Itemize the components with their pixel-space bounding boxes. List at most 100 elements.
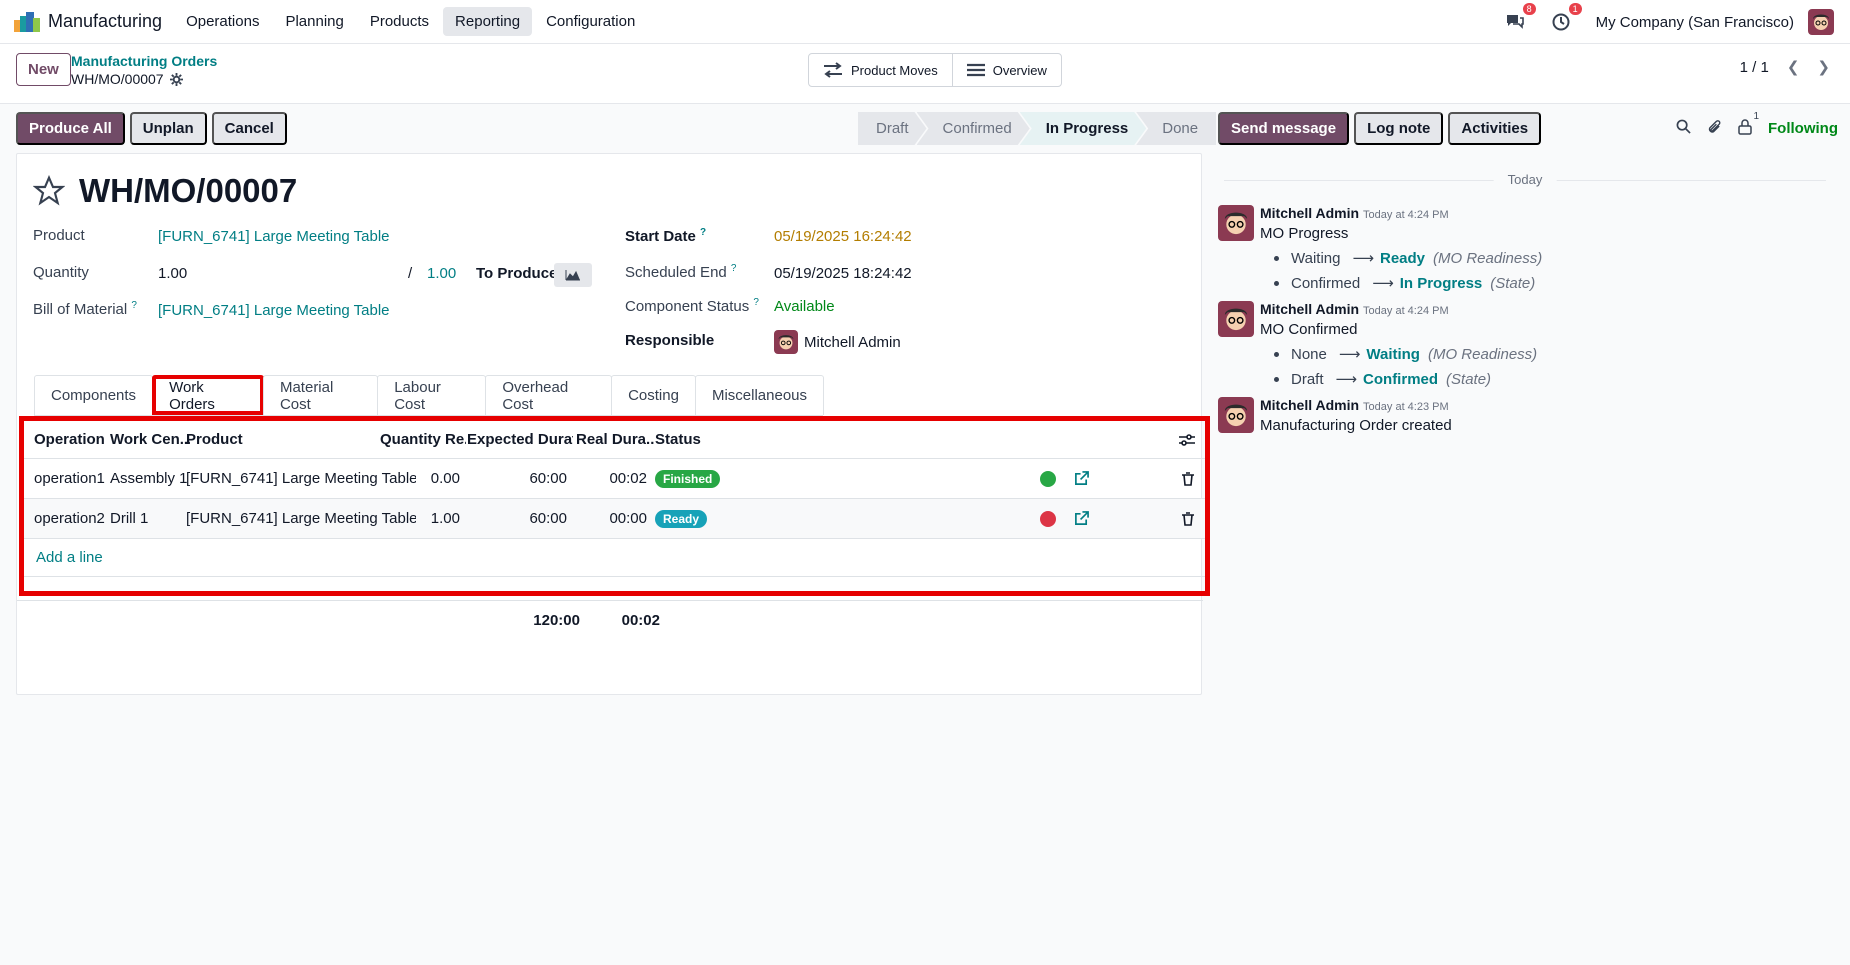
col-quantity-remaining[interactable]: Quantity Re... [380, 421, 466, 458]
breadcrumb-parent[interactable]: Manufacturing Orders [71, 53, 217, 69]
pager-previous-icon[interactable]: ❮ [1787, 58, 1800, 76]
date-separator: Today [1224, 170, 1826, 190]
new-value: Ready [1379, 249, 1426, 267]
cell-expected-duration: 60:00 [529, 510, 567, 527]
open-work-order-button[interactable] [1074, 499, 1094, 538]
qty-to-produce[interactable]: 1.00 [427, 265, 456, 282]
activities-button[interactable]: 1 [1550, 3, 1582, 33]
message-header: Mitchell Admin Today at 4:24 PM [1260, 301, 1820, 317]
cancel-button[interactable]: Cancel [211, 112, 287, 145]
scheduled-end-label: Scheduled End ? [625, 263, 736, 281]
new-value: Waiting [1366, 345, 1420, 363]
menu-reporting[interactable]: Reporting [443, 7, 533, 36]
user-avatar-icon [1218, 301, 1254, 337]
tab-material-cost[interactable]: Material Cost [262, 375, 379, 415]
author-avatar[interactable] [1218, 205, 1254, 241]
col-expected-duration[interactable]: Expected Durat... [467, 421, 573, 458]
quantity-field[interactable]: 1.00 [158, 265, 187, 282]
product-moves-button[interactable]: Product Moves [809, 54, 952, 86]
message-author[interactable]: Mitchell Admin [1260, 301, 1359, 317]
table-row[interactable]: operation2 Drill 1 [FURN_6741] Large Mee… [24, 499, 1205, 539]
messages-button[interactable]: 8 [1504, 3, 1536, 33]
product-label: Product [33, 227, 85, 244]
produce-all-button[interactable]: Produce All [16, 112, 125, 145]
new-button[interactable]: New [16, 53, 71, 86]
stage-done[interactable]: Done [1136, 112, 1217, 145]
col-operation[interactable]: Operation [34, 421, 109, 458]
company-switcher[interactable]: My Company (San Francisco) [1596, 14, 1794, 31]
user-avatar[interactable] [1808, 9, 1834, 35]
author-avatar[interactable] [1218, 301, 1254, 337]
tab-components[interactable]: Components [34, 375, 154, 415]
following-button[interactable]: Following [1768, 120, 1838, 137]
help-icon[interactable]: ? [753, 297, 759, 308]
table-header: Operation Work Cen... Product Quantity R… [24, 421, 1205, 459]
star-icon[interactable] [33, 175, 65, 207]
start-date-field[interactable]: 05/19/2025 16:24:42 [774, 228, 912, 245]
tab-labour-cost[interactable]: Labour Cost [377, 375, 487, 415]
paperclip-icon [1708, 119, 1721, 133]
search-icon [1676, 119, 1691, 134]
tab-miscellaneous[interactable]: Miscellaneous [694, 375, 824, 415]
responsible-field[interactable]: Mitchell Admin [774, 330, 901, 354]
delete-row-button[interactable] [1182, 459, 1198, 498]
optional-columns-toggle[interactable] [1179, 421, 1199, 458]
menu-planning[interactable]: Planning [273, 7, 355, 36]
menu-operations[interactable]: Operations [174, 7, 271, 36]
field-name: (State) [1490, 274, 1536, 292]
search-messages-button[interactable] [1676, 119, 1691, 138]
app-brand[interactable]: Manufacturing [14, 11, 162, 32]
stage-draft[interactable]: Draft [858, 112, 927, 145]
breadcrumb-current-label: WH/MO/00007 [71, 71, 164, 87]
delete-row-button[interactable] [1182, 499, 1198, 538]
add-line-link[interactable]: Add a line [24, 539, 1205, 577]
breadcrumb: Manufacturing Orders WH/MO/00007 [71, 53, 217, 87]
message-time: Today at 4:24 PM [1363, 209, 1449, 221]
bom-label: Bill of Material ? [33, 300, 137, 318]
chatter-message: Mitchell Admin Today at 4:24 PM MO Progre… [1218, 205, 1838, 295]
trash-icon [1182, 511, 1194, 526]
menu-configuration[interactable]: Configuration [534, 7, 647, 36]
tab-work-orders[interactable]: Work Orders [152, 375, 264, 415]
tracking-change: Waiting ⟶ Ready (MO Readiness) [1260, 249, 1820, 267]
message-body: Mitchell Admin Today at 4:24 PM MO Progre… [1260, 205, 1820, 292]
activities-button[interactable]: Activities [1448, 112, 1542, 145]
unplan-button[interactable]: Unplan [129, 112, 207, 145]
total-expected-duration: 120:00 [533, 612, 580, 629]
new-value: Confirmed [1363, 370, 1439, 388]
col-status[interactable]: Status [655, 421, 735, 458]
pager-value[interactable]: 1 / 1 [1740, 59, 1769, 76]
col-real-duration[interactable]: Real Dura... [576, 421, 654, 458]
cell-quantity: 0.00 [430, 470, 460, 487]
field-name: (MO Readiness) [1427, 345, 1538, 363]
menu-products[interactable]: Products [358, 7, 441, 36]
send-message-button[interactable]: Send message [1218, 112, 1350, 145]
gear-icon[interactable] [169, 72, 183, 86]
author-avatar[interactable] [1218, 397, 1254, 433]
message-header: Mitchell Admin Today at 4:23 PM [1260, 397, 1820, 413]
scheduled-end-field[interactable]: 05/19/2025 18:24:42 [774, 265, 912, 282]
tab-costing[interactable]: Costing [611, 375, 696, 415]
overview-label: Overview [992, 62, 1047, 78]
col-work-center[interactable]: Work Cen... [110, 421, 190, 458]
log-note-button[interactable]: Log note [1354, 112, 1444, 145]
pager-next-icon[interactable]: ❯ [1817, 58, 1830, 76]
table-row[interactable]: operation1 Assembly 1 [FURN_6741] Large … [24, 459, 1205, 499]
forecast-graph-button[interactable] [554, 263, 592, 287]
help-icon[interactable]: ? [731, 263, 737, 274]
stage-in-progress[interactable]: In Progress [1020, 112, 1147, 145]
col-product[interactable]: Product [186, 421, 376, 458]
tab-overhead-cost[interactable]: Overhead Cost [485, 375, 613, 415]
attachments-button[interactable] [1707, 119, 1722, 139]
message-author[interactable]: Mitchell Admin [1260, 205, 1359, 221]
message-author[interactable]: Mitchell Admin [1260, 397, 1359, 413]
help-icon[interactable]: ? [700, 227, 706, 238]
open-work-order-button[interactable] [1074, 459, 1094, 498]
form-action-buttons: Produce All Unplan Cancel [16, 112, 292, 145]
product-field[interactable]: [FURN_6741] Large Meeting Table [158, 228, 390, 245]
stage-confirmed[interactable]: Confirmed [917, 112, 1030, 145]
help-icon[interactable]: ? [131, 300, 137, 311]
bom-field[interactable]: [FURN_6741] Large Meeting Table [158, 302, 390, 319]
overview-button[interactable]: Overview [951, 54, 1061, 86]
followers-button[interactable]: 1 [1738, 111, 1759, 139]
